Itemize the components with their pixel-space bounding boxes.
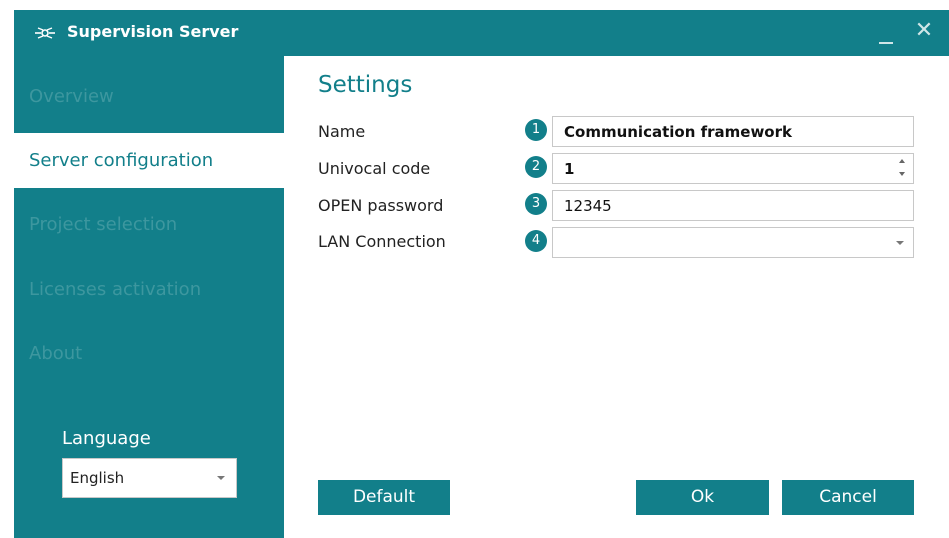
cancel-button[interactable]: Cancel — [782, 480, 914, 515]
sidebar-item-licenses-activation[interactable]: Licenses activation — [14, 262, 284, 317]
settings-panel: Settings Name 1 Communication framework … — [284, 56, 949, 538]
sidebar-item-about[interactable]: About — [14, 326, 284, 381]
page-title: Settings — [318, 72, 413, 98]
app-logo-icon — [35, 27, 55, 39]
minimize-icon[interactable] — [876, 19, 896, 45]
open-password-label: OPEN password — [318, 196, 444, 215]
lan-connection-select[interactable] — [552, 227, 914, 258]
sidebar: Overview Server configuration Project se… — [14, 56, 284, 538]
ok-button[interactable]: Ok — [636, 480, 769, 515]
default-button[interactable]: Default — [318, 480, 450, 515]
sidebar-item-overview[interactable]: Overview — [14, 69, 284, 124]
univocal-code-label: Univocal code — [318, 159, 431, 178]
name-field-value: Communication framework — [564, 123, 792, 141]
open-password-field[interactable]: 12345 — [552, 190, 914, 221]
app-window: Supervision Server ✕ Overview Server con… — [14, 10, 949, 538]
name-field[interactable]: Communication framework — [552, 116, 914, 147]
close-icon[interactable]: ✕ — [913, 19, 935, 43]
step-badge-4: 4 — [525, 230, 547, 252]
chevron-down-icon — [217, 476, 225, 480]
univocal-code-stepper[interactable]: 1 — [552, 153, 914, 184]
name-label: Name — [318, 122, 366, 141]
step-badge-1: 1 — [525, 119, 547, 141]
language-select[interactable]: English — [62, 458, 237, 498]
sidebar-item-project-selection[interactable]: Project selection — [14, 197, 284, 252]
spin-up-icon[interactable] — [899, 159, 905, 163]
chevron-down-icon — [896, 241, 904, 245]
window-title: Supervision Server — [67, 22, 239, 41]
language-label: Language — [62, 428, 151, 449]
univocal-code-value: 1 — [564, 160, 575, 178]
sidebar-item-server-configuration[interactable]: Server configuration — [14, 133, 284, 188]
language-select-value: English — [70, 469, 125, 487]
spin-down-icon[interactable] — [899, 172, 905, 176]
lan-connection-label: LAN Connection — [318, 232, 446, 251]
title-bar: Supervision Server ✕ — [14, 10, 949, 56]
open-password-value: 12345 — [564, 197, 612, 215]
step-badge-3: 3 — [525, 193, 547, 215]
step-badge-2: 2 — [525, 156, 547, 178]
